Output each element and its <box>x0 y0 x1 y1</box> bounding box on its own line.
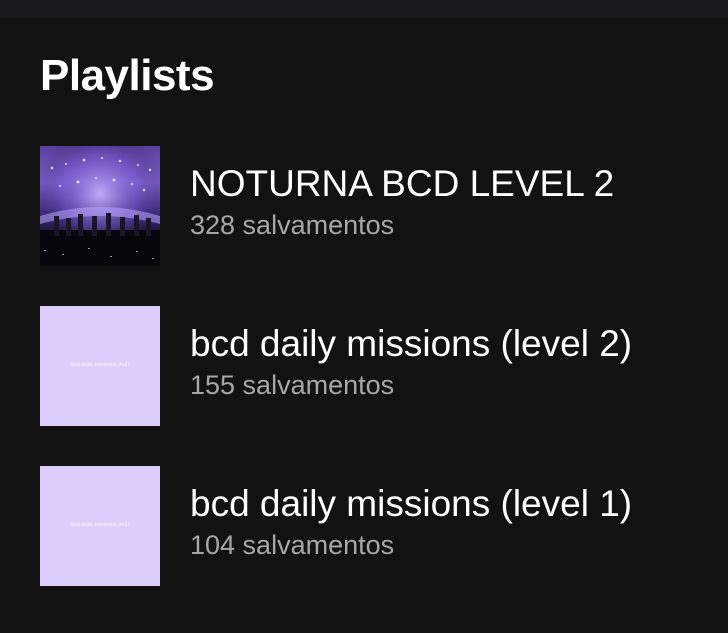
playlist-meta: bcd daily missions (level 1) 104 salvame… <box>190 482 710 562</box>
playlist-list: NOTURNA BCD LEVEL 2 328 salvamentos bcd … <box>0 0 728 633</box>
cover-caption: bcd daily missions (lv1) <box>70 522 130 528</box>
playlist-meta: bcd daily missions (level 2) 155 salvame… <box>190 322 710 402</box>
playlist-saves-count: 328 salvamentos <box>190 210 395 240</box>
concert-stage-image <box>40 146 160 266</box>
playlist-item-noturna-bcd-level-2[interactable]: NOTURNA BCD LEVEL 2 328 salvamentos <box>40 146 700 266</box>
playlist-cover-concert-image <box>40 146 160 266</box>
playlist-item-bcd-daily-missions-level-1[interactable]: bcd daily missions (lv1) bcd daily missi… <box>40 466 700 586</box>
playlist-title: NOTURNA BCD LEVEL 2 <box>190 163 615 204</box>
playlist-item-bcd-daily-missions-level-2[interactable]: bcd daily missions (lv2) bcd daily missi… <box>40 306 700 426</box>
playlist-meta: NOTURNA BCD LEVEL 2 328 salvamentos <box>190 162 710 242</box>
playlist-title: bcd daily missions (level 1) <box>190 483 633 524</box>
playlist-title: bcd daily missions (level 2) <box>190 323 633 364</box>
playlist-cover-lilac: bcd daily missions (lv2) <box>40 306 160 426</box>
playlist-saves-count: 155 salvamentos <box>190 370 395 400</box>
playlist-cover-lilac: bcd daily missions (lv1) <box>40 466 160 586</box>
playlist-saves-count: 104 salvamentos <box>190 530 395 560</box>
cover-caption: bcd daily missions (lv2) <box>70 362 130 368</box>
